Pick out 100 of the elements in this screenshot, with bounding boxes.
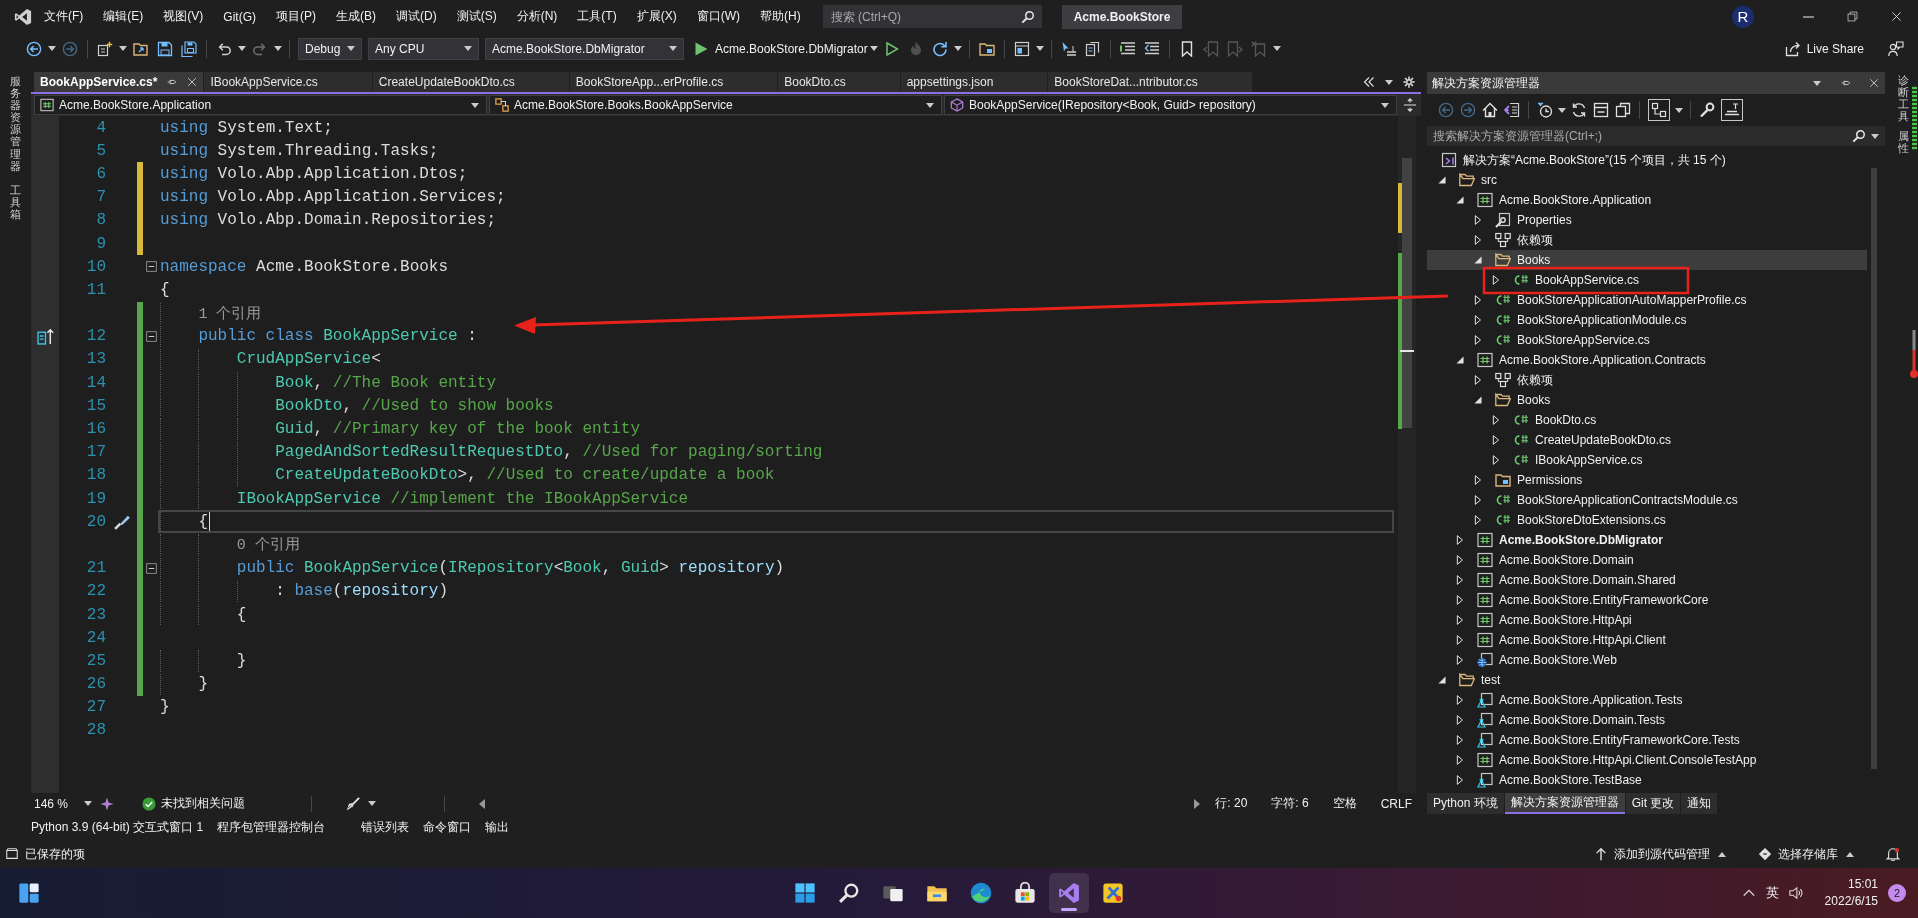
indentation-indicator[interactable]: 空格 xyxy=(1332,795,1357,812)
close-icon[interactable] xyxy=(187,77,198,87)
collapsed-triangle-icon[interactable] xyxy=(1473,495,1483,505)
toolbar-dropdown[interactable]: Any CPU xyxy=(368,37,479,60)
comment-lines-icon[interactable] xyxy=(1119,40,1136,57)
split-window-icon[interactable] xyxy=(1403,98,1417,112)
collapsed-triangle-icon[interactable] xyxy=(1473,295,1483,305)
collapsed-triangle-icon[interactable] xyxy=(1455,715,1465,725)
new-project-icon[interactable] xyxy=(97,40,113,57)
pin-icon[interactable] xyxy=(1841,78,1851,88)
inheritance-icon[interactable] xyxy=(36,327,54,345)
tree-item[interactable]: src xyxy=(1427,170,1867,190)
collapse-icon[interactable] xyxy=(145,261,157,273)
navigation-dropdown[interactable]: Acme.BookStore.Application xyxy=(34,95,487,115)
restart-icon[interactable] xyxy=(931,40,948,57)
menu-item[interactable]: 项目(P) xyxy=(266,8,326,25)
tree-item[interactable]: BookDto.cs xyxy=(1427,410,1867,430)
notification-badge[interactable]: 2 xyxy=(1888,884,1906,902)
tree-item[interactable]: Acme.BookStore.Application.Contracts xyxy=(1427,350,1867,370)
open-folder-icon[interactable] xyxy=(133,40,149,57)
tree-item[interactable]: Books xyxy=(1427,390,1867,410)
navigation-dropdown[interactable]: BookAppService(IRepository<Book, Guid> repository) xyxy=(944,95,1397,115)
tree-item[interactable]: CreateUpdateBookDto.cs xyxy=(1427,430,1867,450)
window-layout-icon[interactable] xyxy=(1013,40,1030,57)
tree-item[interactable]: Acme.BookStore.EntityFrameworkCore.Tests xyxy=(1427,730,1867,750)
collapsed-triangle-icon[interactable] xyxy=(1455,535,1465,545)
panel-tab[interactable]: Git 更改 xyxy=(1625,793,1681,814)
collapsed-triangle-icon[interactable] xyxy=(1473,475,1483,485)
clock-date[interactable]: 2022/6/15 xyxy=(1824,893,1878,910)
collapsed-triangle-icon[interactable] xyxy=(1455,615,1465,625)
document-tab[interactable]: BookAppService.cs* xyxy=(34,72,204,92)
input-method-indicator[interactable]: 英 xyxy=(1765,884,1779,902)
menu-item[interactable]: 扩展(X) xyxy=(626,8,687,25)
repository-button[interactable]: 选择存储库 xyxy=(1758,845,1856,863)
collapsed-triangle-icon[interactable] xyxy=(1455,775,1465,785)
vertical-tab[interactable]: 诊断工具 xyxy=(1897,74,1909,123)
settings-icon[interactable] xyxy=(1403,76,1415,88)
feedback-icon[interactable] xyxy=(1888,40,1904,57)
vertical-tab[interactable]: 属性 xyxy=(1897,130,1909,155)
pin-icon[interactable] xyxy=(167,77,178,87)
clock-filter-icon[interactable] xyxy=(1537,102,1553,118)
menu-item[interactable]: 窗口(W) xyxy=(686,8,750,25)
tree-item[interactable]: BookStoreApplicationModule.cs xyxy=(1427,310,1867,330)
caret-icon[interactable] xyxy=(1813,80,1821,86)
collapse-icon[interactable] xyxy=(145,562,157,574)
collapsed-triangle-icon[interactable] xyxy=(1455,575,1465,585)
tree-item[interactable]: test xyxy=(1427,670,1867,690)
collapsed-triangle-icon[interactable] xyxy=(1455,755,1465,765)
speaker-icon[interactable] xyxy=(1788,886,1803,900)
collapsed-triangle-icon[interactable] xyxy=(1455,635,1465,645)
sparkle-icon[interactable] xyxy=(100,796,114,811)
close-icon[interactable] xyxy=(1890,11,1902,22)
tool-window-tab[interactable]: 错误列表 xyxy=(361,818,410,836)
caret-icon[interactable] xyxy=(1558,107,1566,113)
reference-count-link[interactable]: 0 个引用 xyxy=(236,535,300,555)
home-icon[interactable] xyxy=(1482,102,1498,118)
minimize-icon[interactable] xyxy=(1802,15,1814,18)
toolbar-dropdown[interactable]: Acme.BookStore.DbMigrator xyxy=(485,37,684,60)
expanded-triangle-icon[interactable] xyxy=(1438,176,1446,184)
zoom-dropdown[interactable]: 146 % xyxy=(34,796,94,811)
caret-icon[interactable] xyxy=(48,46,56,51)
menu-item[interactable]: 工具(T) xyxy=(567,8,627,25)
uncomment-lines-icon[interactable] xyxy=(1143,40,1160,57)
expanded-triangle-icon[interactable] xyxy=(1456,196,1464,204)
collapsed-triangle-icon[interactable] xyxy=(1455,595,1465,605)
start-debugging-button[interactable]: Acme.BookStore.DbMigrator xyxy=(693,40,868,57)
tree-item[interactable]: BookStoreAppService.cs xyxy=(1427,330,1867,350)
collapsed-triangle-icon[interactable] xyxy=(1491,435,1501,445)
tree-item[interactable]: Properties xyxy=(1427,210,1867,230)
tree-item[interactable]: 依赖项 xyxy=(1427,370,1867,390)
caret-icon[interactable] xyxy=(1675,107,1683,113)
tool-window-tab[interactable]: Python 3.9 (64-bit) 交互式窗口 1 xyxy=(31,818,204,836)
vertical-tab[interactable]: 工具箱 xyxy=(10,183,21,221)
hollow-play-icon[interactable] xyxy=(883,40,900,57)
cursor-icon[interactable] xyxy=(1060,40,1077,57)
bell-icon[interactable] xyxy=(1886,847,1900,861)
expanded-triangle-icon[interactable] xyxy=(1474,256,1482,264)
menu-item[interactable]: 编辑(E) xyxy=(93,8,154,25)
issues-indicator[interactable]: 未找到相关问题 xyxy=(142,795,245,812)
document-tab[interactable]: IBookAppService.cs xyxy=(204,72,372,92)
collapsed-triangle-icon[interactable] xyxy=(1455,655,1465,665)
avatar[interactable]: R xyxy=(1732,5,1754,28)
brush-icon[interactable] xyxy=(346,796,360,811)
document-tab[interactable]: BookStoreApp...erProfile.cs xyxy=(569,72,778,92)
caret-icon[interactable] xyxy=(869,46,878,51)
collapsed-triangle-icon[interactable] xyxy=(1473,515,1483,525)
tree-item[interactable]: Acme.BookStore.HttpApi xyxy=(1427,610,1867,630)
caret-icon[interactable] xyxy=(1385,79,1393,85)
expanded-triangle-icon[interactable] xyxy=(1474,396,1482,404)
line-ending-indicator[interactable]: CRLF xyxy=(1380,796,1412,811)
tree-item[interactable]: Acme.BookStore.DbMigrator xyxy=(1427,530,1867,550)
tree-item[interactable]: Acme.BookStore.Domain.Tests xyxy=(1427,710,1867,730)
collapsed-triangle-icon[interactable] xyxy=(1455,735,1465,745)
collapsed-triangle-icon[interactable] xyxy=(1473,375,1483,385)
tree-item[interactable]: BookAppService.cs xyxy=(1427,270,1867,290)
tree-view-icon[interactable] xyxy=(1648,99,1670,121)
document-tab[interactable]: appsettings.json xyxy=(900,72,1048,92)
tree-item[interactable]: IBookAppService.cs xyxy=(1427,450,1867,470)
expanded-triangle-icon[interactable] xyxy=(1438,676,1446,684)
preview-icon[interactable] xyxy=(1721,99,1743,121)
